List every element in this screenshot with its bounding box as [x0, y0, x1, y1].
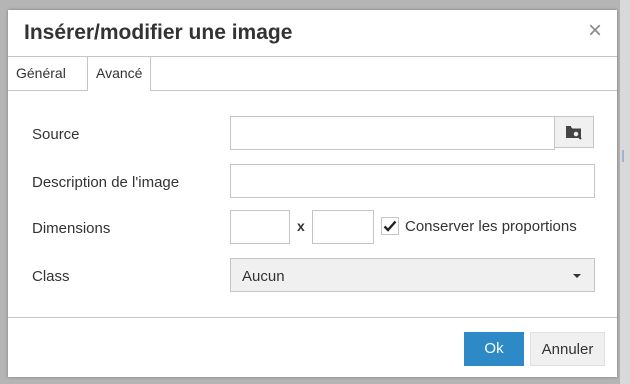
height-input[interactable]	[312, 210, 374, 244]
class-selected-value: Aucun	[242, 268, 285, 285]
chevron-down-icon	[573, 274, 581, 278]
image-dialog: Insérer/modifier une image × Général Ava…	[8, 10, 617, 377]
width-input[interactable]	[230, 210, 290, 244]
source-input[interactable]	[230, 116, 555, 150]
class-select[interactable]: Aucun	[230, 258, 595, 292]
tab-bar: Général Avancé	[8, 57, 617, 91]
dialog-header: Insérer/modifier une image ×	[8, 10, 617, 57]
tab-general[interactable]: Général	[8, 57, 74, 90]
class-label: Class	[32, 268, 70, 285]
constrain-label[interactable]: Conserver les proportions	[405, 218, 577, 235]
description-input[interactable]	[230, 164, 595, 198]
page-edge	[620, 0, 630, 384]
tab-advanced[interactable]: Avancé	[87, 57, 152, 91]
dimensions-row: Dimensions x Conserver les proportions	[8, 210, 617, 244]
constrain-checkbox[interactable]	[381, 217, 399, 235]
ok-button[interactable]: Ok	[464, 332, 524, 366]
dimensions-label: Dimensions	[32, 220, 111, 237]
cancel-button[interactable]: Annuler	[530, 332, 605, 366]
checkmark-icon	[383, 220, 397, 232]
description-label: Description de l'image	[32, 174, 180, 191]
browse-folder-icon	[566, 126, 582, 140]
page-edge-mark	[622, 150, 624, 162]
dialog-title: Insérer/modifier une image	[24, 21, 293, 44]
dialog-footer: Ok Annuler	[8, 317, 617, 378]
description-row: Description de l'image	[8, 164, 617, 198]
browse-button[interactable]	[554, 116, 594, 148]
dimension-separator: x	[297, 218, 305, 234]
source-label: Source	[32, 126, 80, 143]
close-icon[interactable]: ×	[585, 19, 605, 43]
source-row: Source	[8, 116, 617, 150]
class-row: Class Aucun	[8, 258, 617, 292]
